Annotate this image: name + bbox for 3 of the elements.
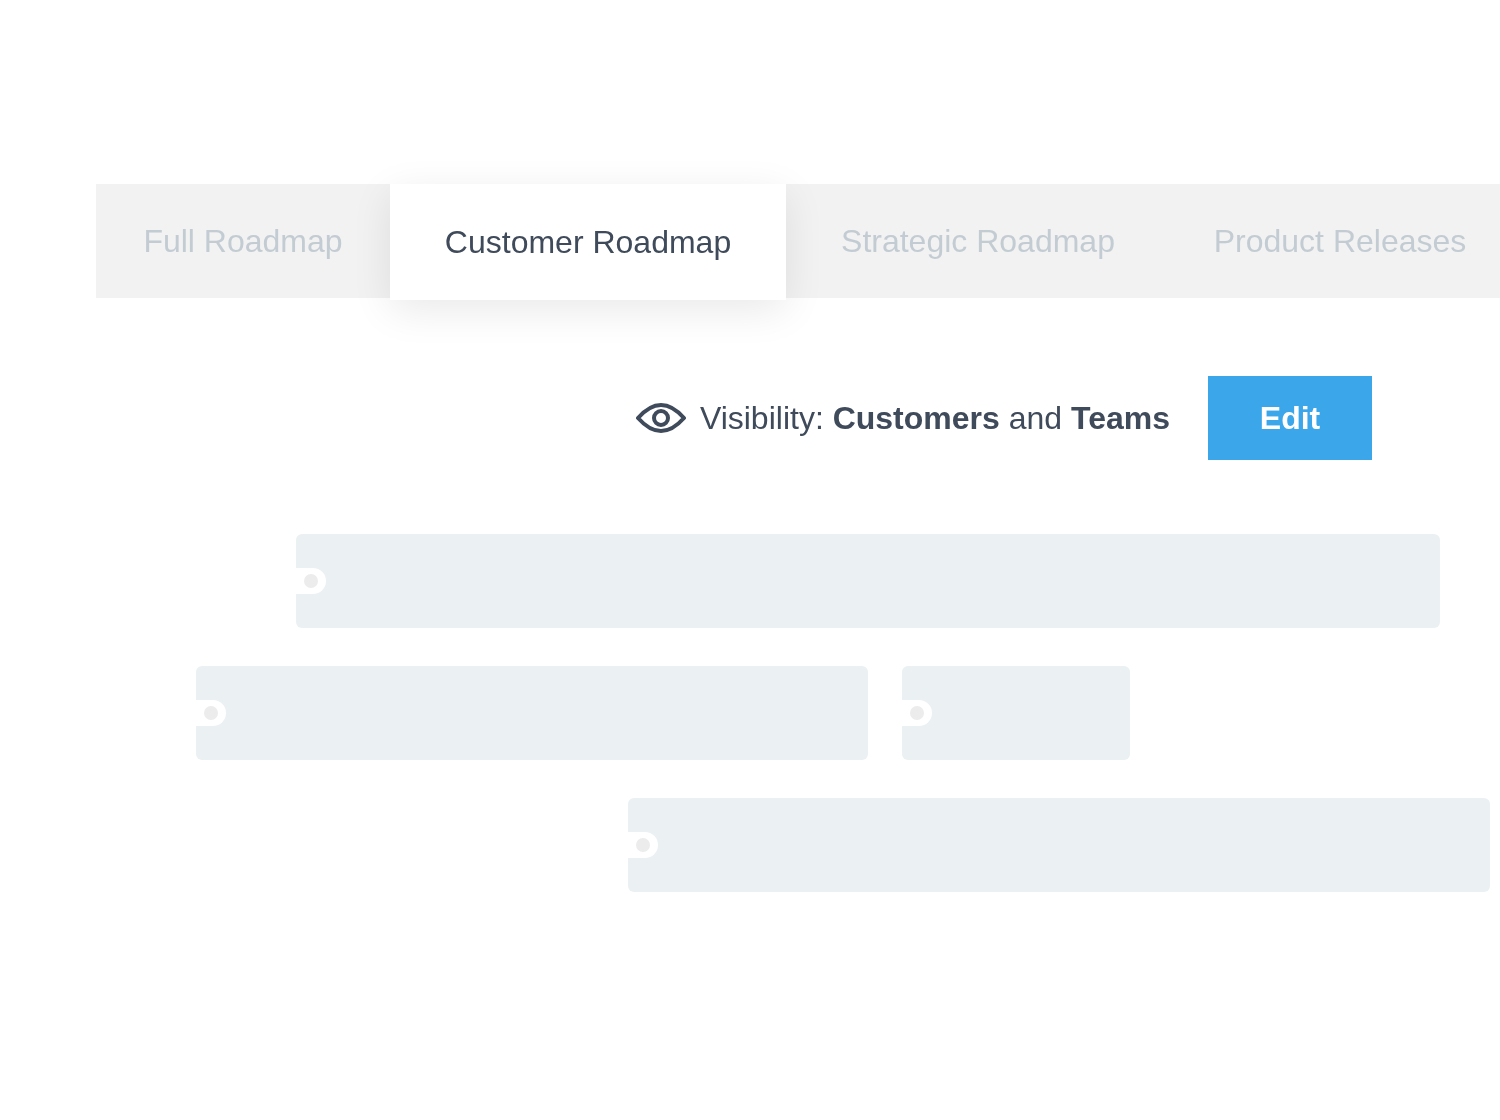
edit-button[interactable]: Edit <box>1208 376 1372 460</box>
roadmap-tab[interactable]: Customer Roadmap <box>390 184 786 300</box>
visibility-label: Visibility: Customers and Teams <box>699 399 1170 437</box>
